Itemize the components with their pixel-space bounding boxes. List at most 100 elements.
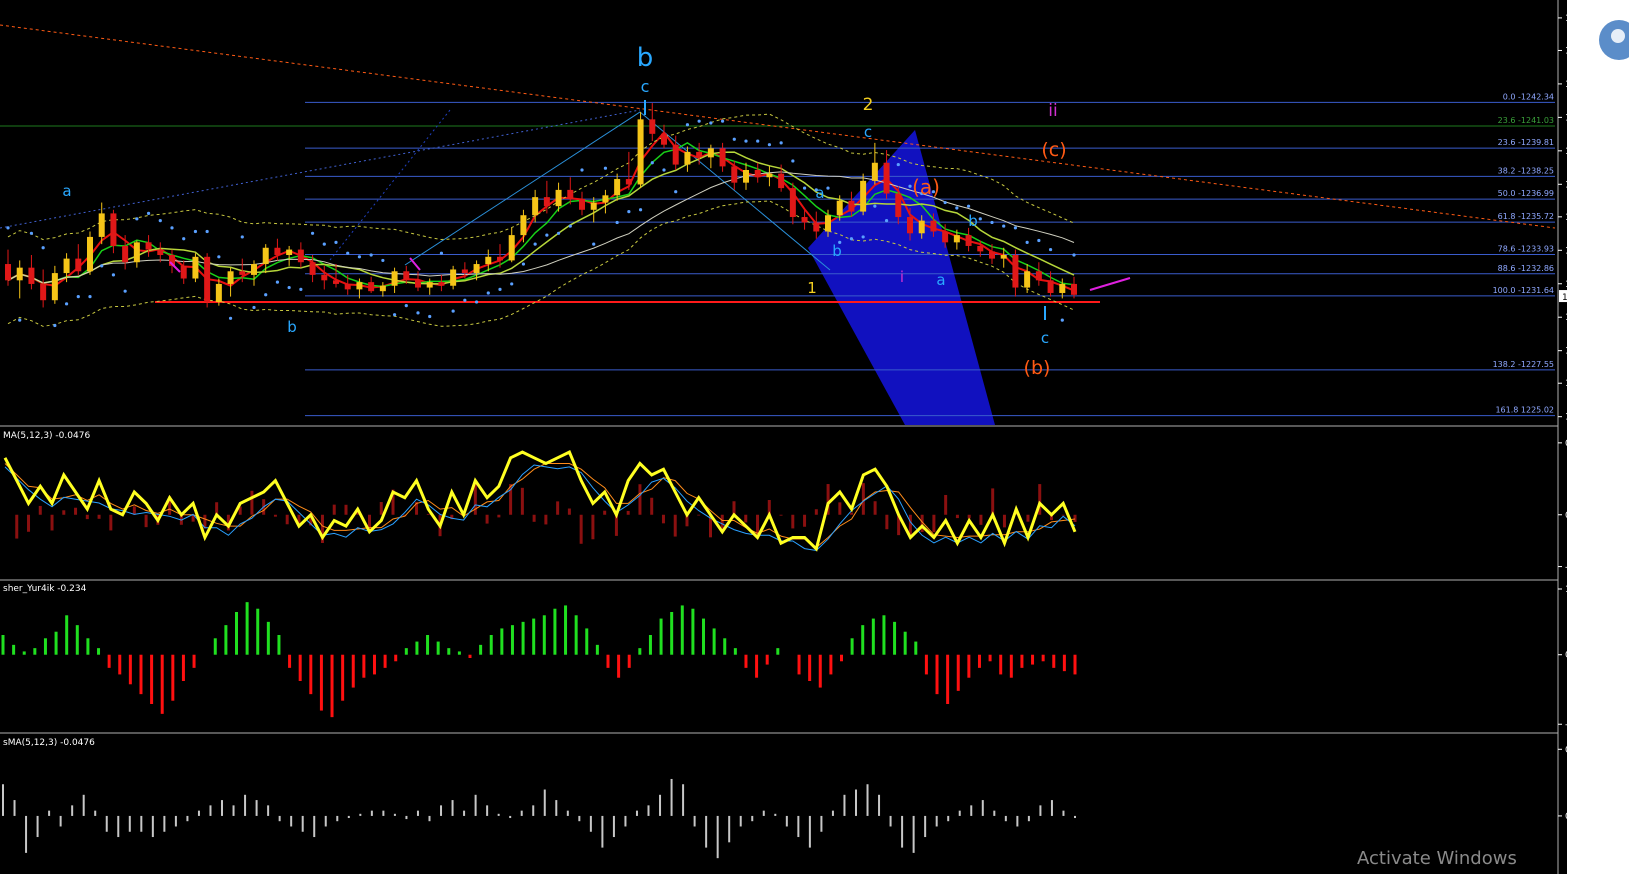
sar-dot xyxy=(158,219,162,223)
candle-body xyxy=(461,269,468,274)
candle-body xyxy=(836,200,843,216)
candle-body xyxy=(87,236,93,272)
sar-dot xyxy=(193,229,198,234)
sar-dot xyxy=(135,217,139,221)
sar-dot xyxy=(1025,240,1029,244)
sar-dot xyxy=(826,186,830,190)
sar-dot xyxy=(1060,318,1064,322)
sar-dot xyxy=(240,235,244,239)
candle-body xyxy=(274,247,281,255)
candle-body xyxy=(51,273,58,301)
candle-body xyxy=(590,202,597,210)
candle-body xyxy=(1012,255,1019,288)
candle-body xyxy=(133,242,140,263)
sar-dot xyxy=(29,231,34,235)
candle-body xyxy=(743,170,749,183)
sar-dot xyxy=(1013,226,1018,230)
candle-body xyxy=(239,271,246,275)
sar-dot xyxy=(205,229,209,234)
sar-dot xyxy=(662,168,666,172)
candle-body xyxy=(508,235,515,261)
candle-body xyxy=(333,280,339,284)
sar-dot xyxy=(978,217,982,221)
wave-label: b xyxy=(968,212,978,230)
sar-dot xyxy=(451,309,455,313)
sar-dot xyxy=(100,264,104,268)
candle-body xyxy=(321,274,328,281)
sar-dot xyxy=(533,242,537,246)
candle-body xyxy=(707,148,714,158)
candle-body xyxy=(625,179,632,185)
sar-dot xyxy=(76,294,80,299)
candle-body xyxy=(344,283,351,290)
candle-body xyxy=(438,282,445,286)
sar-dot xyxy=(861,235,865,239)
candle-body xyxy=(813,222,820,232)
wave-label: b xyxy=(832,242,842,260)
candle-body xyxy=(40,283,47,301)
sar-dot xyxy=(18,318,22,322)
wave-label: 2 xyxy=(863,95,874,115)
avatar[interactable] xyxy=(1599,20,1629,60)
candle-body xyxy=(953,235,960,243)
wave-label: c xyxy=(1041,329,1049,347)
sar-dot xyxy=(884,219,889,223)
candle-body xyxy=(825,215,831,232)
sar-dot xyxy=(41,246,45,250)
fib-level-label: 61.8 -1235.72 xyxy=(1498,212,1554,221)
candle-body xyxy=(192,256,199,279)
candle-body xyxy=(485,256,492,265)
sar-dot xyxy=(556,231,561,235)
sar-dot xyxy=(474,300,479,304)
sar-dot xyxy=(592,242,596,246)
candle-body xyxy=(262,247,269,265)
sar-dot xyxy=(369,253,373,257)
candle-body xyxy=(977,245,984,252)
sar-dot xyxy=(767,143,772,147)
sar-dot xyxy=(486,291,490,295)
sar-dot xyxy=(603,166,608,170)
sar-dot xyxy=(955,206,959,210)
sar-dot xyxy=(521,262,526,266)
candle-body xyxy=(1000,255,1007,259)
candle-body xyxy=(672,144,679,165)
candle-body xyxy=(684,151,691,165)
sar-dot xyxy=(357,255,362,259)
sar-dot xyxy=(217,255,221,259)
sar-dot xyxy=(849,237,854,241)
candle-body xyxy=(778,173,785,189)
sar-dot xyxy=(627,209,631,214)
sar-dot xyxy=(545,233,549,237)
fisher-title: sher_Yur4ik -0.234 xyxy=(3,584,87,594)
sar-dot xyxy=(744,139,748,143)
candle-body xyxy=(766,173,773,178)
candle-body xyxy=(860,180,867,212)
candle-body xyxy=(543,197,550,207)
candle-body xyxy=(122,245,129,263)
candle-body xyxy=(1024,271,1031,288)
candle-body xyxy=(532,197,539,216)
sar-dot xyxy=(170,226,174,230)
candle-body xyxy=(28,267,35,284)
sar-dot xyxy=(802,186,807,190)
sar-dot xyxy=(896,162,900,167)
sar-dot xyxy=(568,224,572,228)
candle-body xyxy=(1059,283,1066,293)
candle-body xyxy=(719,148,726,167)
sar-dot xyxy=(111,273,116,277)
candle-body xyxy=(391,271,398,286)
candle-body xyxy=(918,220,925,234)
candle-body xyxy=(942,231,949,243)
fib-level-label: 50.0 -1236.99 xyxy=(1498,189,1554,198)
candle-body xyxy=(145,242,152,250)
sar-dot xyxy=(779,141,783,145)
trading-chart[interactable]: 1247.011245.211243.361241.511239.661237.… xyxy=(0,0,1629,874)
sar-dot xyxy=(53,323,57,328)
sar-dot xyxy=(732,137,736,141)
right-scrollbar[interactable] xyxy=(1567,0,1629,874)
sar-dot xyxy=(275,280,280,284)
candle-body xyxy=(614,179,621,196)
fib-level-label: 23.6 -1239.81 xyxy=(1498,138,1554,147)
candle-body xyxy=(297,249,304,263)
fib-level-label: 23.6 -1241.03 xyxy=(1498,116,1554,125)
